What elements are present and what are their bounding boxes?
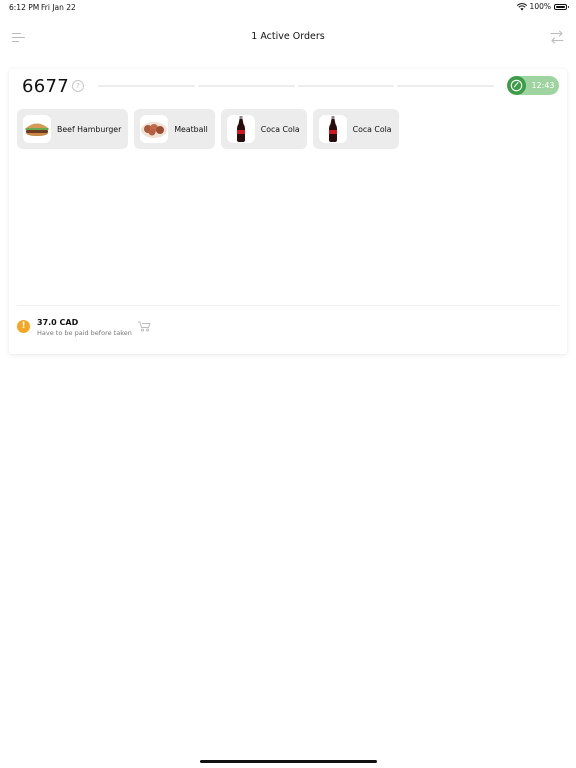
clock-check-icon bbox=[507, 76, 526, 95]
battery-icon bbox=[554, 3, 569, 10]
cola-bottle-icon bbox=[318, 115, 347, 143]
cola-bottle-icon bbox=[226, 115, 255, 143]
progress-segment bbox=[297, 85, 395, 87]
item-label: Beef Hamburger bbox=[57, 124, 122, 134]
item-chip[interactable]: Coca Cola bbox=[220, 109, 307, 149]
payment-note: Have to be paid before taken bbox=[37, 329, 132, 337]
timer-button[interactable]: 12:43 bbox=[507, 76, 559, 95]
order-price: 37.0 CAD bbox=[37, 318, 79, 327]
question-circle-icon[interactable]: ? bbox=[72, 80, 84, 92]
status-right: 100% bbox=[516, 2, 569, 11]
status-bar: 6:12 PM Fri Jan 22 100% bbox=[0, 0, 576, 16]
status-date: Fri Jan 22 bbox=[41, 3, 76, 12]
delivery-cart-icon[interactable] bbox=[137, 320, 152, 332]
battery-percent: 100% bbox=[529, 2, 551, 11]
item-label: Coca Cola bbox=[260, 124, 300, 134]
order-items: Beef Hamburger Meatball Coca Cola Coca C… bbox=[17, 109, 399, 149]
order-number: 6677 bbox=[22, 76, 70, 97]
wifi-icon bbox=[516, 2, 527, 10]
item-chip[interactable]: Meatball bbox=[134, 109, 215, 149]
item-chip[interactable]: Beef Hamburger bbox=[17, 109, 129, 149]
page-title: 1 Active Orders bbox=[251, 31, 325, 42]
item-label: Coca Cola bbox=[352, 124, 392, 134]
status-time: 6:12 PM bbox=[9, 3, 40, 12]
filter-swap-icon[interactable] bbox=[550, 30, 564, 44]
item-label: Meatball bbox=[174, 124, 208, 134]
progress-segment bbox=[98, 85, 195, 87]
item-chip[interactable]: Coca Cola bbox=[312, 109, 399, 149]
order-card[interactable]: 6677 ? 12:43 Beef Hamburger Meatball Coc… bbox=[9, 69, 567, 354]
timer-text: 12:43 bbox=[531, 81, 555, 90]
order-progress bbox=[98, 85, 494, 87]
burger-icon bbox=[23, 115, 51, 143]
divider bbox=[17, 305, 559, 306]
home-indicator[interactable] bbox=[200, 760, 377, 763]
progress-segment bbox=[397, 85, 494, 87]
warning-icon: ! bbox=[17, 320, 30, 333]
meat-plate-icon bbox=[140, 115, 169, 143]
progress-segment bbox=[197, 85, 295, 87]
header: 1 Active Orders bbox=[0, 24, 576, 52]
